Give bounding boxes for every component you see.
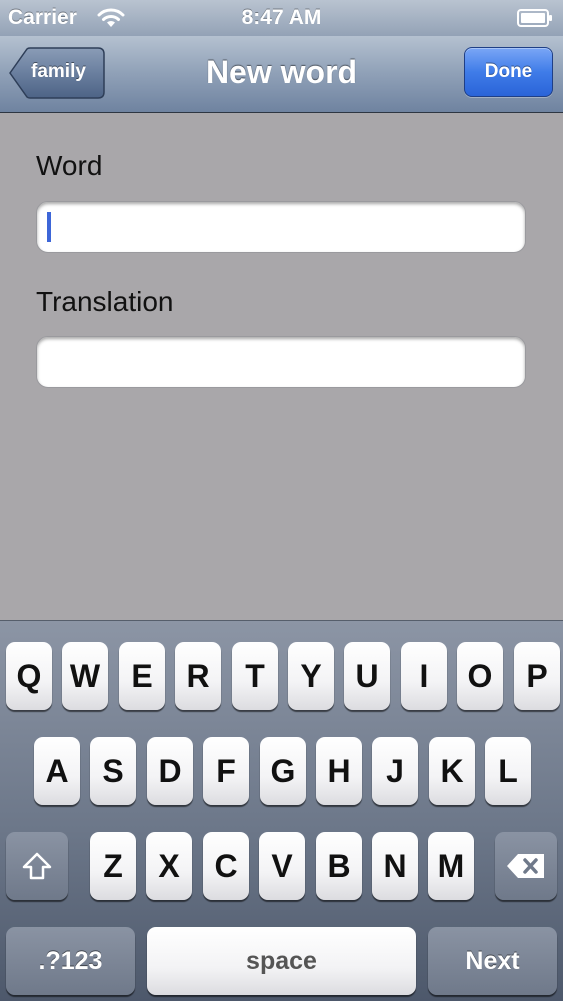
key-a[interactable]: A (34, 737, 80, 805)
key-l[interactable]: L (485, 737, 531, 805)
key-u[interactable]: U (344, 642, 390, 710)
delete-key[interactable] (495, 832, 557, 900)
key-k[interactable]: K (429, 737, 475, 805)
keyboard: QWERTYUIOP ASDFGHJKL ZXCVBNM .?123 space… (0, 620, 563, 1001)
key-v[interactable]: V (259, 832, 305, 900)
key-m[interactable]: M (428, 832, 474, 900)
status-time: 8:47 AM (241, 6, 322, 29)
backspace-icon (507, 854, 544, 878)
translation-input[interactable] (36, 336, 526, 388)
key-d[interactable]: D (147, 737, 193, 805)
word-label: Word (36, 150, 103, 181)
shift-arrow-icon (22, 852, 52, 880)
numbers-key[interactable]: .?123 (6, 927, 135, 995)
key-y[interactable]: Y (288, 642, 334, 710)
key-w[interactable]: W (62, 642, 108, 710)
key-x[interactable]: X (146, 832, 192, 900)
text-cursor (47, 212, 51, 242)
key-p[interactable]: P (514, 642, 560, 710)
key-b[interactable]: B (316, 832, 362, 900)
word-input[interactable] (36, 201, 526, 253)
key-j[interactable]: J (372, 737, 418, 805)
key-c[interactable]: C (203, 832, 249, 900)
key-r[interactable]: R (175, 642, 221, 710)
key-e[interactable]: E (119, 642, 165, 710)
done-button[interactable]: Done (464, 47, 553, 97)
navigation-bar: family New word Done (0, 36, 563, 113)
translation-label: Translation (36, 286, 174, 317)
key-o[interactable]: O (457, 642, 503, 710)
key-q[interactable]: Q (6, 642, 52, 710)
key-i[interactable]: I (401, 642, 447, 710)
key-z[interactable]: Z (90, 832, 136, 900)
space-key[interactable]: space (147, 927, 416, 995)
key-f[interactable]: F (203, 737, 249, 805)
status-bar: Carrier 8:47 AM (0, 0, 563, 36)
key-h[interactable]: H (316, 737, 362, 805)
next-key[interactable]: Next (428, 927, 557, 995)
key-g[interactable]: G (260, 737, 306, 805)
key-s[interactable]: S (90, 737, 136, 805)
battery-icon (517, 9, 552, 27)
shift-key[interactable] (6, 832, 68, 900)
key-n[interactable]: N (372, 832, 418, 900)
key-t[interactable]: T (232, 642, 278, 710)
